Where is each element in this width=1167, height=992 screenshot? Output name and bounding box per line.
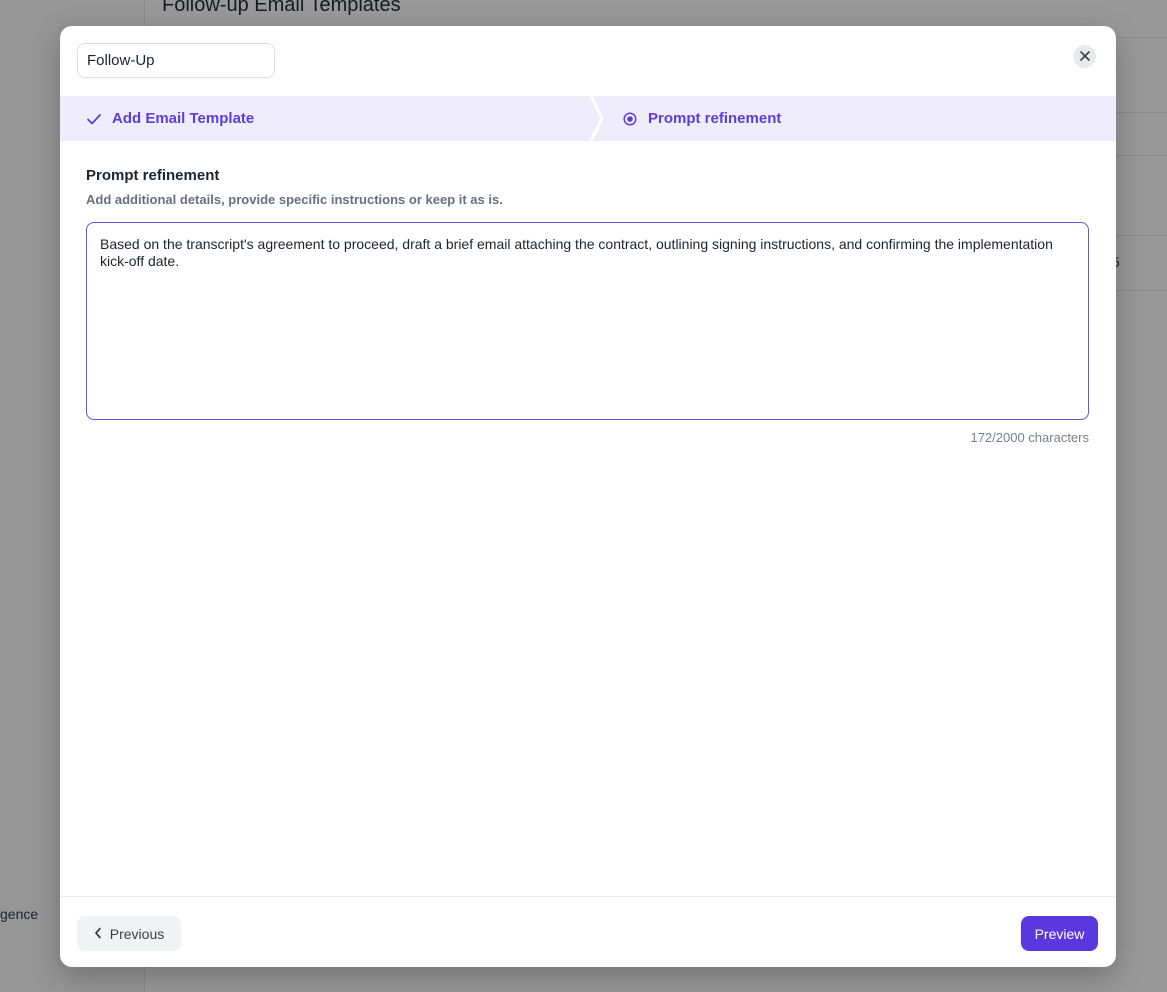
previous-label: Previous (109, 925, 165, 942)
step-add-email-template[interactable]: Add Email Template (86, 96, 254, 141)
preview-button[interactable]: Preview (1021, 916, 1098, 951)
stepper: Add Email Template Prompt refinement (60, 95, 1116, 142)
chevron-left-icon (94, 926, 102, 942)
close-button[interactable] (1073, 45, 1096, 68)
character-count: 172/2000 characters (970, 430, 1089, 445)
step-divider (588, 95, 608, 142)
section-description: Add additional details, provide specific… (86, 192, 503, 207)
section-title: Prompt refinement (86, 167, 220, 184)
previous-button[interactable]: Previous (77, 916, 181, 951)
step-label: Prompt refinement (648, 110, 782, 127)
prompt-textarea[interactable]: Based on the transcript's agreement to p… (86, 222, 1089, 420)
check-icon (86, 111, 102, 127)
radio-dot-icon (622, 111, 638, 127)
email-template-modal: Add Email Template Prompt refinement Pro… (60, 26, 1116, 967)
modal-footer: Previous Preview (60, 896, 1116, 967)
close-icon (1079, 49, 1090, 64)
step-prompt-refinement[interactable]: Prompt refinement (622, 96, 781, 141)
template-name-input[interactable] (77, 43, 275, 78)
step-label: Add Email Template (112, 110, 255, 127)
